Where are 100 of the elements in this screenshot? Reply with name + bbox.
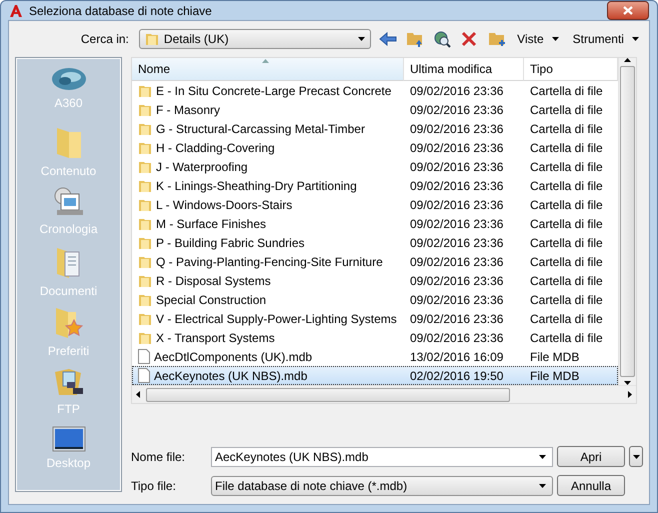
vertical-scrollbar[interactable] [618, 58, 636, 385]
clock-pictures-icon [52, 186, 84, 218]
file-row[interactable]: AecKeynotes (UK NBS).mdb 02/02/2016 19:50 File MDB [132, 366, 618, 385]
file-row[interactable]: Special Construction 09/02/2016 23:36 Cartella di file [132, 290, 618, 309]
dropdown-arrow-icon [552, 37, 559, 41]
file-type: Cartella di file [529, 122, 604, 136]
open-options-button[interactable] [629, 446, 643, 467]
close-button[interactable] [607, 1, 649, 20]
file-name: G - Structural-Carcassing Metal-Timber [156, 122, 365, 136]
network-folder-icon [52, 366, 84, 398]
file-name: X - Transport Systems [156, 330, 275, 344]
modified-date: 09/02/2016 23:36 [409, 160, 504, 174]
folder-icon [144, 32, 159, 46]
file-row[interactable]: H - Cladding-Covering 09/02/2016 23:36 Cartella di file [132, 138, 618, 157]
file-name: E - In Situ Concrete-Large Precast Concrete [156, 84, 392, 98]
file-type: Cartella di file [529, 140, 604, 154]
file-row[interactable]: F - Masonry 09/02/2016 23:36 Cartella di file [132, 100, 618, 119]
modified-date: 09/02/2016 23:36 [409, 84, 504, 98]
folder-icon [138, 312, 152, 326]
horizontal-scrollbar[interactable] [132, 385, 636, 403]
look-in-label: Cerca in: [80, 32, 130, 46]
new-folder-icon [488, 30, 506, 48]
modified-date: 09/02/2016 23:36 [409, 292, 504, 306]
folder-icon [138, 178, 152, 192]
file-row[interactable]: E - In Situ Concrete-Large Precast Concrete 09/02/2016 23:36 Cartella di file [132, 81, 618, 100]
folder-icon [138, 140, 152, 154]
file-type: File MDB [529, 350, 580, 364]
toolbar-menu-button[interactable]: Viste [513, 32, 563, 46]
folder-icon [138, 160, 152, 174]
modified-date: 09/02/2016 23:36 [409, 254, 504, 268]
file-name: P - Building Fabric Sundries [156, 236, 305, 250]
dropdown-arrow-icon [539, 454, 546, 458]
toolbar-menu-button[interactable]: Strumenti [568, 32, 643, 46]
folder-icon [138, 236, 152, 250]
window-title: Seleziona database di note chiave [29, 4, 213, 18]
file-type-label: Tipo file: [131, 478, 177, 492]
folder-icon [138, 274, 152, 288]
file-row[interactable]: AecDtlComponents (UK).mdb 13/02/2016 16:09 File MDB [132, 347, 618, 366]
star-folder-icon [54, 306, 84, 340]
scroll-left-icon [136, 391, 140, 398]
file-icon [138, 349, 150, 364]
folder-icon [138, 102, 152, 116]
file-type: Cartella di file [529, 102, 604, 116]
file-name: L - Windows-Doors-Stairs [156, 198, 292, 212]
file-icon [138, 368, 150, 383]
file-row[interactable]: L - Windows-Doors-Stairs 09/02/2016 23:36 Cartella di file [132, 195, 618, 214]
file-name: Special Construction [156, 292, 266, 306]
desktop-icon [52, 426, 86, 452]
file-row[interactable]: G - Structural-Carcassing Metal-Timber 09/02/2016 23:36 Cartella di file [132, 119, 618, 138]
file-type: Cartella di file [529, 274, 604, 288]
file-name: AecKeynotes (UK NBS).mdb [154, 368, 308, 382]
file-name: R - Disposal Systems [156, 274, 271, 288]
modified-date: 09/02/2016 23:36 [409, 122, 504, 136]
file-row[interactable]: P - Building Fabric Sundries 09/02/2016 23:36 Cartella di file [132, 233, 618, 252]
column-header[interactable]: Ultima modifica [404, 58, 524, 81]
file-type: Cartella di file [529, 178, 604, 192]
file-name-field[interactable]: AecKeynotes (UK NBS).mdb [211, 446, 553, 466]
file-type: Cartella di file [529, 236, 604, 250]
modified-date: 09/02/2016 23:36 [409, 274, 504, 288]
file-type: Cartella di file [529, 216, 604, 230]
close-icon [623, 6, 633, 15]
look-in-dropdown[interactable]: Details (UK) [138, 29, 371, 49]
cancel-button[interactable]: Annulla [557, 475, 625, 496]
scroll-arrow-icon [624, 58, 631, 62]
toolbar-button[interactable] [376, 29, 398, 49]
column-header[interactable]: Nome [132, 58, 404, 81]
file-name: J - Waterproofing [156, 160, 248, 174]
sort-arrow-icon [262, 59, 269, 63]
modified-date: 09/02/2016 23:36 [409, 312, 504, 326]
file-name-label: Nome file: [131, 450, 186, 464]
folder-arrow-icon [406, 30, 424, 48]
open-button[interactable]: Apri [557, 446, 625, 467]
file-row[interactable]: K - Linings-Sheathing-Dry Partitioning 09/02/2016 23:36 Cartella di file [132, 176, 618, 195]
globe-magnifier-icon [433, 30, 452, 48]
file-name: H - Cladding-Covering [156, 140, 275, 154]
file-row[interactable]: V - Electrical Supply-Power-Lighting Systems 09/02/2016 23:36 Cartella di file [132, 309, 618, 328]
file-row[interactable]: X - Transport Systems 09/02/2016 23:36 Cartella di file [132, 328, 618, 347]
file-type: Cartella di file [529, 254, 604, 268]
modified-date: 02/02/2016 19:50 [409, 368, 504, 382]
file-row[interactable]: R - Disposal Systems 09/02/2016 23:36 Cartella di file [132, 271, 618, 290]
folder-icon [138, 198, 152, 212]
folder-icon [138, 254, 152, 268]
file-name: Q - Paving-Planting-Fencing-Site Furniture [156, 254, 383, 268]
folder-icon [138, 330, 152, 344]
modified-date: 09/02/2016 23:36 [409, 198, 504, 212]
modified-date: 09/02/2016 23:36 [409, 330, 504, 344]
file-row[interactable]: Q - Paving-Planting-Fencing-Site Furniture 09/02/2016 23:36 Cartella di file [132, 252, 618, 271]
file-row[interactable]: M - Surface Finishes 09/02/2016 23:36 Cartella di file [132, 214, 618, 233]
file-row[interactable]: J - Waterproofing 09/02/2016 23:36 Cartella di file [132, 157, 618, 176]
swirl-icon [50, 66, 86, 92]
column-header[interactable]: Tipo [524, 58, 618, 81]
file-name: V - Electrical Supply-Power-Lighting Systems [156, 312, 397, 326]
folder-icon [138, 122, 152, 136]
file-type: Cartella di file [529, 160, 604, 174]
folder-icon [54, 126, 82, 160]
dropdown-arrow-icon [632, 454, 640, 458]
file-type: Cartella di file [529, 84, 604, 98]
file-type-dropdown[interactable]: File database di note chiave (*.mdb) [211, 476, 553, 496]
file-type: Cartella di file [529, 330, 604, 344]
delete-icon [461, 31, 478, 47]
